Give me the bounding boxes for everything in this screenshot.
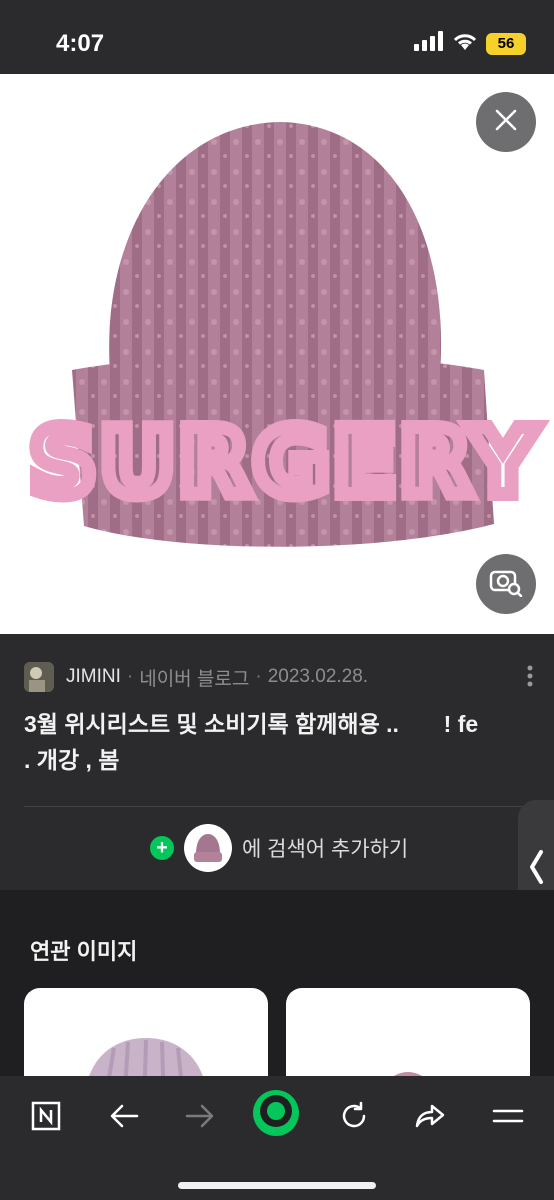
battery-indicator: 56 [486, 32, 526, 55]
author-name[interactable]: JIMINI [66, 666, 121, 688]
refresh-icon [339, 1101, 369, 1136]
forward-button[interactable] [176, 1094, 224, 1142]
status-bar: 4:07 56 [0, 0, 554, 74]
signal-icon [414, 31, 444, 56]
menu-button[interactable] [484, 1094, 532, 1142]
hamburger-icon [492, 1106, 524, 1131]
plus-icon: + [150, 836, 174, 860]
refresh-button[interactable] [330, 1094, 378, 1142]
status-time: 4:07 [56, 30, 105, 57]
status-icons: 56 [414, 31, 526, 56]
chevron-left-icon [528, 849, 544, 890]
close-button[interactable] [476, 92, 536, 152]
post-info: JIMINI · 네이버 블로그 · 2023.02.28. 3월 위시리스트 … [0, 634, 554, 890]
lens-search-icon [489, 567, 523, 602]
post-date: 2023.02.28. [267, 666, 369, 687]
divider [24, 806, 530, 807]
post-meta[interactable]: JIMINI · 네이버 블로그 · 2023.02.28. [24, 662, 368, 692]
arrow-right-icon [185, 1103, 215, 1134]
add-search-label: 에 검색어 추가하기 [242, 838, 409, 861]
home-indicator [178, 1182, 376, 1189]
related-images-title: 연관 이미지 [30, 939, 138, 964]
green-dot-icon [253, 1088, 299, 1139]
wifi-icon [452, 31, 478, 56]
more-vertical-icon [526, 665, 534, 692]
share-button[interactable] [406, 1094, 454, 1142]
naver-logo-icon [31, 1101, 61, 1136]
bottom-toolbar [0, 1076, 554, 1200]
add-search-term-button[interactable]: + 에 검색어 추가하기 [150, 824, 408, 872]
meta-separator: · [255, 666, 262, 687]
hero-image[interactable]: SURGERY [0, 74, 554, 634]
post-title-line1: 3월 위시리스트 및 소비기록 함께해용 .. ! fe [24, 711, 479, 737]
hat-embroidered-text: SURGERY [30, 409, 541, 516]
post-title-line2: . 개강 , 봄 [24, 747, 120, 773]
image-search-button[interactable] [476, 554, 536, 614]
search-thumbnail [184, 824, 232, 872]
arrow-left-icon [109, 1103, 139, 1134]
beanie-image: SURGERY [23, 122, 543, 547]
author-avatar[interactable] [24, 662, 54, 692]
back-button[interactable] [100, 1094, 148, 1142]
post-title[interactable]: 3월 위시리스트 및 소비기록 함께해용 .. ! fe . 개강 , 봄 [24, 706, 534, 778]
meta-separator: · [126, 666, 134, 687]
green-dot-button[interactable] [253, 1090, 299, 1136]
share-icon [414, 1102, 446, 1135]
post-source: 네이버 블로그 [139, 668, 250, 690]
more-options-button[interactable] [526, 664, 534, 693]
close-icon [494, 108, 518, 137]
naver-home-button[interactable] [22, 1094, 70, 1142]
related-images-section: 연관 이미지 [0, 890, 554, 1108]
